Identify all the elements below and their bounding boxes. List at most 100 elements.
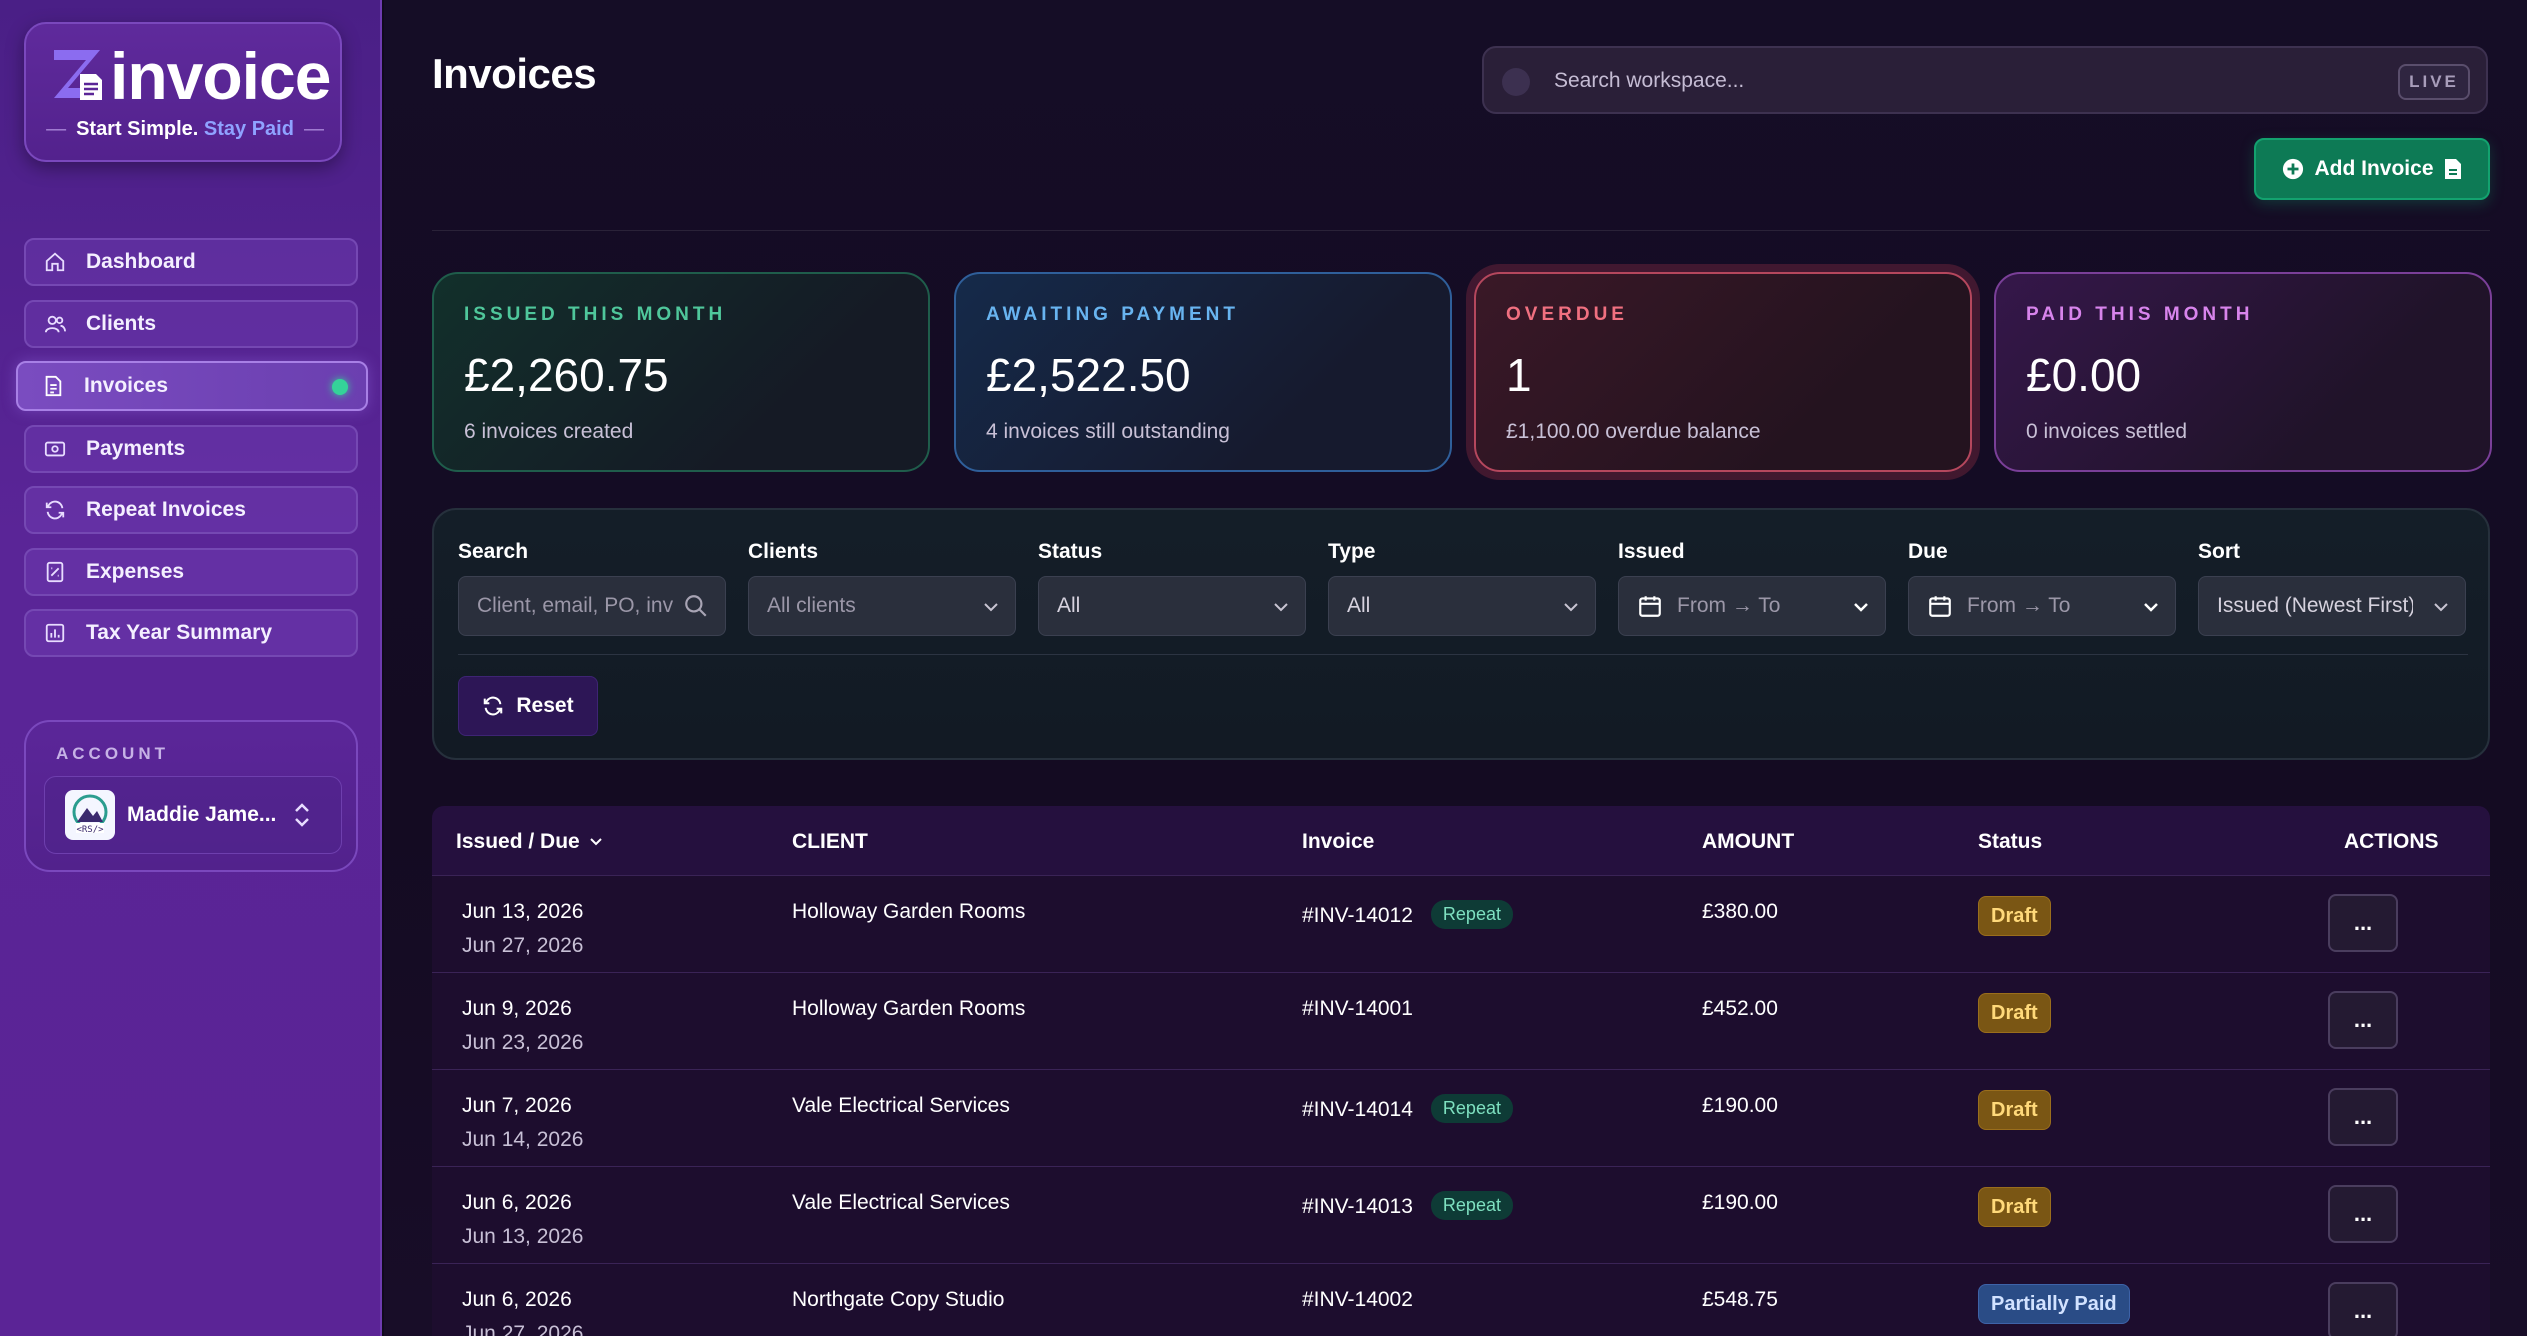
column-invoice: Invoice [1302,830,1375,853]
payments-icon [42,436,68,462]
stat-label: AWAITING PAYMENT [986,304,1239,325]
sidebar-item-repeat-invoices[interactable]: Repeat Invoices [24,486,358,534]
invoice-cell: #INV-14013 Repeat [1302,1191,1513,1220]
sidebar-item-payments[interactable]: Payments [24,424,358,473]
reset-button[interactable]: Reset [458,676,598,736]
amount-cell: £380.00 [1702,900,1778,923]
table-row[interactable]: Jun 6, 2026 Jun 27, 2026 Northgate Copy … [432,1264,2490,1336]
clients-select[interactable]: All clients [748,576,1016,636]
stat-card-awaiting: AWAITING PAYMENT £2,522.50 4 invoices st… [954,272,1452,472]
account-switcher[interactable]: <RS/> Maddie Jame... [44,776,342,854]
account-name: Maddie Jame... [127,803,277,826]
issued-due-cell: Jun 7, 2026 Jun 14, 2026 [462,1094,584,1151]
table-row[interactable]: Jun 9, 2026 Jun 23, 2026 Holloway Garden… [432,973,2490,1070]
due-date-range[interactable]: From → To [1908,576,2176,636]
sidebar-item-clients[interactable]: Clients [24,299,358,348]
status-select[interactable]: All [1038,576,1306,636]
stat-card-paid: PAID THIS MONTH £0.00 0 invoices settled [1994,272,2492,472]
filter-status: Status All [1038,540,1306,636]
sidebar: invoice — Start Simple. Stay Paid — Dashbo… [0,0,382,1336]
sort-select[interactable]: Issued (Newest First) [2198,576,2466,636]
brand-logo[interactable]: invoice — Start Simple. Stay Paid — [24,22,342,162]
calendar-icon [1927,593,1953,619]
sidebar-item-tax-year-summary[interactable]: Tax Year Summary [24,609,358,657]
sidebar-item-label: Payments [86,436,186,460]
chevron-down-icon [1851,597,1871,623]
column-client: CLIENT [792,830,868,853]
account-panel: ACCOUNT <RS/> Maddie Jame... [24,720,358,872]
repeat-badge: Repeat [1430,1191,1513,1220]
filter-search-input[interactable]: Client, email, PO, inv [458,576,726,636]
logo-z-icon [54,50,102,100]
issued-date-range[interactable]: From → To [1618,576,1886,636]
stat-value: £0.00 [2026,349,2142,401]
row-actions-button[interactable]: ... [2328,1282,2398,1336]
workspace-search[interactable]: LIVE [1482,46,2488,114]
account-label: ACCOUNT [56,744,169,763]
sidebar-item-expenses[interactable]: Expenses [24,547,358,596]
client-cell: Vale Electrical Services [792,1191,1010,1214]
main-content: Invoices LIVE Add Invoice ISSUED THIS MO… [384,0,2527,1336]
search-icon [1502,68,1530,96]
client-cell: Holloway Garden Rooms [792,997,1026,1020]
table-row[interactable]: Jun 7, 2026 Jun 14, 2026 Vale Electrical… [432,1070,2490,1167]
status-badge: Draft [1978,993,2051,1033]
sidebar-item-label: Invoices [84,374,169,397]
row-actions-button[interactable]: ... [2328,991,2398,1049]
sidebar-item-label: Dashboard [86,250,196,273]
client-cell: Holloway Garden Rooms [792,900,1026,923]
status-badge: Draft [1978,1187,2051,1227]
stat-card-issued: ISSUED THIS MONTH £2,260.75 6 invoices c… [432,272,930,472]
row-actions-button[interactable]: ... [2328,1088,2398,1146]
stat-value: £2,522.50 [986,349,1191,401]
sidebar-item-dashboard[interactable]: Dashboard [24,238,358,286]
chevron-down-icon [1271,597,1291,623]
chevron-up-down-icon [291,801,313,834]
document-icon [2444,159,2461,179]
search-input[interactable] [1554,62,2354,100]
table-header: Issued / Due CLIENT Invoice AMOUNT Statu… [432,806,2490,876]
filter-issued: Issued From → To [1618,540,1886,636]
header-divider [432,230,2490,231]
avatar-logo-icon: <RS/> [72,794,108,835]
filter-label: Clients [748,540,819,563]
sidebar-item-invoices[interactable]: Invoices [16,361,368,411]
invoice-cell: #INV-14014 Repeat [1302,1094,1513,1123]
invoice-cell: #INV-14002 [1302,1288,1413,1311]
filter-label: Sort [2198,540,2240,563]
stat-card-overdue[interactable]: OVERDUE 1 £1,100.00 overdue balance [1474,272,1972,472]
chart-icon [42,620,68,646]
invoice-cell: #INV-14001 [1302,997,1413,1020]
home-icon [42,249,68,275]
row-actions-button[interactable]: ... [2328,894,2398,952]
issued-due-cell: Jun 6, 2026 Jun 13, 2026 [462,1191,584,1248]
column-status: Status [1978,830,2043,853]
filter-label: Type [1328,540,1376,563]
client-cell: Vale Electrical Services [792,1094,1010,1117]
table-row[interactable]: Jun 13, 2026 Jun 27, 2026 Holloway Garde… [432,876,2490,973]
chevron-down-icon [1561,597,1581,623]
page-title: Invoices [432,50,597,97]
amount-cell: £190.00 [1702,1094,1778,1117]
filter-type: Type All [1328,540,1596,636]
filter-due: Due From → To [1908,540,2176,636]
filter-label: Due [1908,540,1948,563]
active-indicator-dot [332,379,348,395]
repeat-badge: Repeat [1430,900,1513,929]
filter-label: Status [1038,540,1103,563]
table-row[interactable]: Jun 6, 2026 Jun 13, 2026 Vale Electrical… [432,1167,2490,1264]
filter-clients: Clients All clients [748,540,1016,636]
row-actions-button[interactable]: ... [2328,1185,2398,1243]
column-issued-due[interactable]: Issued / Due [456,830,604,854]
filter-panel: Search Client, email, PO, inv Clients Al… [432,508,2490,760]
type-select[interactable]: All [1328,576,1596,636]
plus-circle-icon [2283,158,2304,180]
sidebar-item-label: Expenses [86,559,185,583]
sidebar-item-label: Clients [86,311,157,335]
add-invoice-button[interactable]: Add Invoice [2254,138,2490,200]
sidebar-item-label: Tax Year Summary [86,621,273,644]
chevron-down-icon [2431,597,2451,623]
issued-due-cell: Jun 13, 2026 Jun 27, 2026 [462,900,584,957]
filter-label: Search [458,540,529,563]
users-icon [42,311,68,337]
